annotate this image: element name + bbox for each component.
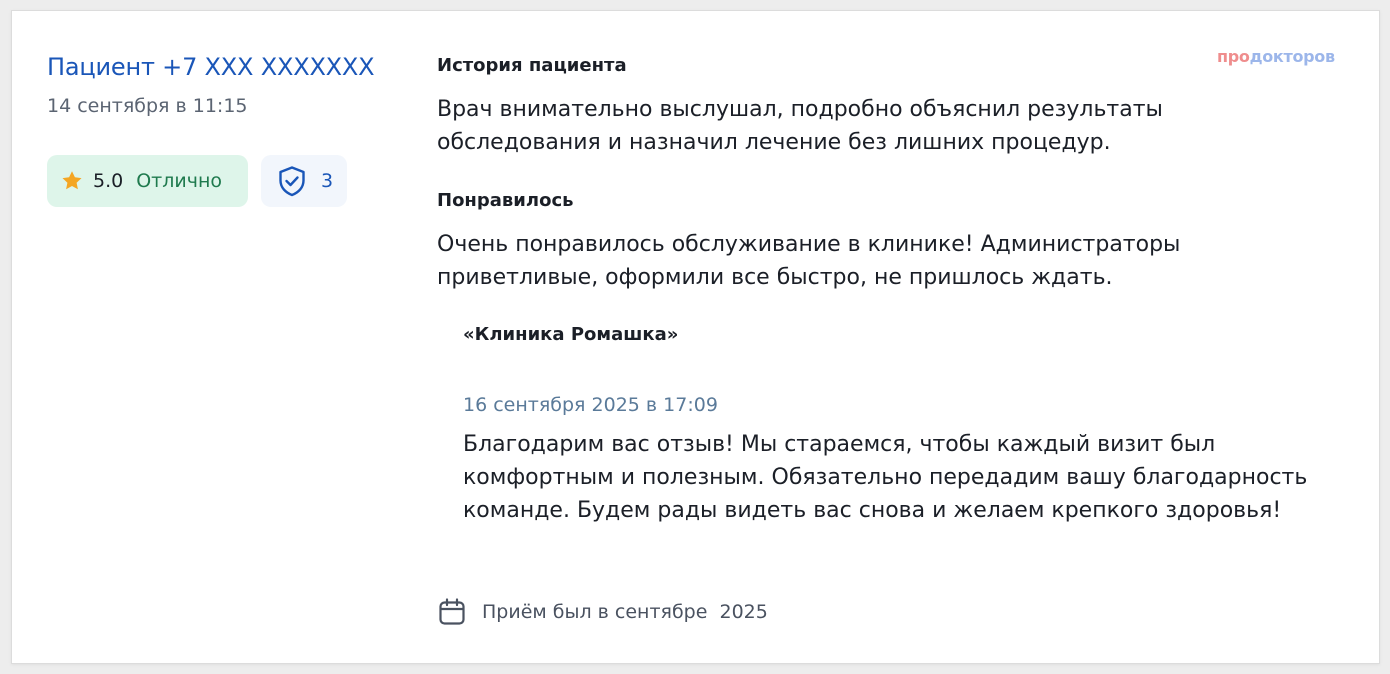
history-title: История пациента: [437, 55, 627, 76]
liked-title: Понравилось: [437, 190, 574, 211]
rating-value: 5.0: [93, 170, 124, 192]
clinic-reply-text: Благодарим вас отзыв! Мы стараемся, чтоб…: [463, 432, 1308, 523]
calendar-icon: [439, 598, 465, 625]
prodoctorov-logo[interactable]: продокторов: [1217, 47, 1335, 66]
star-icon: [62, 171, 82, 190]
history-text: Врач внимательно выслушал, подробно объя…: [437, 97, 1163, 155]
liked-text: Очень понравилось обслуживание в клинике…: [437, 232, 1181, 290]
verification-badge[interactable]: 3: [261, 155, 347, 207]
shield-check-icon: [279, 166, 305, 197]
review-card: Пациент +7 XXX XXXXXXX 14 сентября в 11:…: [11, 10, 1380, 664]
patient-name-link[interactable]: Пациент +7 XXX XXXXXXX: [47, 51, 375, 83]
visit-date-text: Приём был в сентябре 2025: [482, 601, 768, 623]
visit-info: Приём был в сентябре 2025: [437, 595, 768, 629]
rating-label: Отлично: [136, 170, 223, 192]
rating-badge: 5.0 Отлично: [47, 155, 248, 207]
clinic-reply-date: 16 сентября 2025 в 17:09: [463, 394, 718, 416]
logo-part-pro: про: [1217, 47, 1250, 66]
review-date: 14 сентября в 11:15: [47, 95, 248, 117]
clinic-reply-author: «Клиника Ромашка»: [463, 324, 679, 345]
logo-part-doctors: докторов: [1249, 47, 1336, 66]
verification-count: 3: [321, 170, 334, 192]
